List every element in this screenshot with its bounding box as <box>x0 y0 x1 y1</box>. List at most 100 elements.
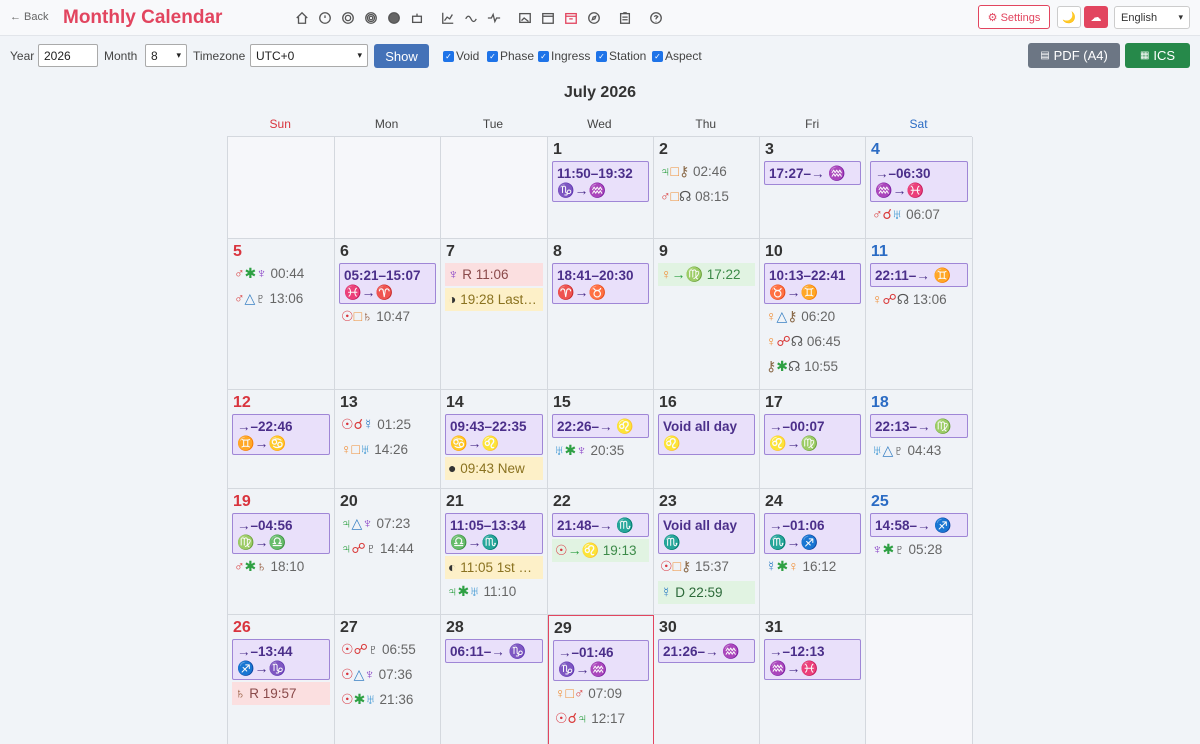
aspect-event[interactable]: ♅△♇ 04:43 <box>870 438 968 463</box>
station-event[interactable]: ☿ D 22:59 <box>658 581 755 604</box>
glyph: ♃ <box>576 710 588 726</box>
aspect-event[interactable]: ♀□♅ 14:26 <box>339 437 436 462</box>
glyph: ☌ <box>353 416 363 432</box>
void-of-course-block[interactable]: 09:43–22:35 ♋→♌ <box>445 414 543 455</box>
robot-icon[interactable] <box>408 10 425 27</box>
moon-icon[interactable]: 🌙 <box>1057 6 1081 28</box>
aspect-event[interactable]: ☉☌☿ 01:25 <box>339 412 436 437</box>
void-of-course-block[interactable]: 22:11–→ ♊ <box>870 263 968 287</box>
void-of-course-block[interactable]: 14:58–→ ♐ <box>870 513 968 537</box>
aspect-event[interactable]: ♂□☊ 08:15 <box>658 184 755 209</box>
aspect-event[interactable]: ☉□⚷ 15:37 <box>658 554 755 579</box>
retrograde-event[interactable]: ♆ R 11:06 <box>445 263 543 286</box>
aspect-event[interactable]: ☉△♆ 07:36 <box>339 662 436 687</box>
void-of-course-block[interactable]: 06:11–→ ♑ <box>445 639 543 663</box>
disc-icon[interactable] <box>385 10 402 27</box>
home-icon[interactable] <box>293 10 310 27</box>
moon-phase-event[interactable]: ● 09:43 New <box>445 457 543 480</box>
aspect-event[interactable]: ♂✱♆ 00:44 <box>232 261 330 286</box>
void-of-course-block[interactable]: 17:27–→ ♒ <box>764 161 861 185</box>
void-of-course-block[interactable]: →–00:07 ♌→♍ <box>764 414 861 455</box>
waves-icon[interactable] <box>462 10 479 27</box>
timezone-select[interactable]: UTC+0 ▾ <box>250 44 368 67</box>
month-select[interactable]: 8 ▾ <box>145 44 187 67</box>
bi-wheel-icon[interactable] <box>362 10 379 27</box>
aspect-event[interactable]: ♂✱♄ 18:10 <box>232 554 330 579</box>
aspect-event[interactable]: ☉☌♃ 12:17 <box>553 706 649 731</box>
aspect-event[interactable]: ♂△♇ 13:06 <box>232 286 330 311</box>
glyph: ♇ <box>893 442 904 458</box>
void-of-course-block[interactable]: 21:26–→ ♒ <box>658 639 755 663</box>
void-of-course-block[interactable]: 22:26–→ ♌ <box>552 414 649 438</box>
help-icon[interactable] <box>647 10 664 27</box>
aspect-event[interactable]: ♀☍☊ 13:06 <box>870 287 968 312</box>
language-select[interactable]: English ▾ <box>1114 6 1190 29</box>
station-checkbox[interactable]: ✓ Station <box>596 49 646 63</box>
void-of-course-block[interactable]: 05:21–15:07 ♓→♈ <box>339 263 436 304</box>
pdf-button[interactable]: ▤ PDF (A4) <box>1028 43 1120 68</box>
show-button[interactable]: Show <box>374 44 429 68</box>
event-text: 07:09 <box>584 686 623 701</box>
void-of-course-block[interactable]: →–06:30 ♒→♓ <box>870 161 968 202</box>
ingress-checkbox[interactable]: ✓ Ingress <box>538 49 590 63</box>
clock-icon[interactable] <box>316 10 333 27</box>
aspect-event[interactable]: ♃☍♇ 14:44 <box>339 536 436 561</box>
void-of-course-block[interactable]: →–01:46 ♑→♒ <box>553 640 649 681</box>
aspect-event[interactable]: ♂☌♅ 06:07 <box>870 202 968 227</box>
aspect-event[interactable]: ♀☍☊ 06:45 <box>764 329 861 354</box>
phase-checkbox[interactable]: ✓ Phase <box>487 49 534 63</box>
chart-wheel-icon[interactable] <box>339 10 356 27</box>
compass-icon[interactable] <box>585 10 602 27</box>
line-chart-icon[interactable] <box>439 10 456 27</box>
void-of-course-block[interactable]: →–12:13 ♒→♓ <box>764 639 861 680</box>
moon-phase-event[interactable]: ◐ 11:05 1st … <box>445 556 543 579</box>
pulse-icon[interactable] <box>485 10 502 27</box>
aspect-event[interactable]: ♃△♆ 07:23 <box>339 511 436 536</box>
void-of-course-block[interactable]: 21:48–→ ♏ <box>552 513 649 537</box>
aspect-checkbox[interactable]: ✓ Aspect <box>652 49 702 63</box>
glyph: ♌ <box>581 542 599 558</box>
retrograde-event[interactable]: ♄ R 19:57 <box>232 682 330 705</box>
void-of-course-block[interactable]: 11:50–19:32 ♑→♒ <box>552 161 649 202</box>
back-link[interactable]: ← Back <box>10 11 49 23</box>
void-of-course-block[interactable]: Void all day ♌ <box>658 414 755 455</box>
void-of-course-block[interactable]: →–13:44 ♐→♑ <box>232 639 330 680</box>
ics-button[interactable]: ▦ ICS <box>1125 43 1190 68</box>
clipboard-icon[interactable] <box>616 10 633 27</box>
year-input[interactable]: 2026 <box>38 44 98 67</box>
cloud-icon[interactable]: ☁ <box>1084 6 1108 28</box>
aspect-event[interactable]: ☉☍♇ 06:55 <box>339 637 436 662</box>
aspect-event[interactable]: ☉✱♅ 21:36 <box>339 687 436 712</box>
glyph: ♆ <box>576 442 587 458</box>
void-of-course-block[interactable]: →–22:46 ♊→♋ <box>232 414 330 455</box>
aspect-event[interactable]: ♃✱♅ 11:10 <box>445 579 543 604</box>
ingress-event[interactable]: ☉→♌ 19:13 <box>552 539 649 562</box>
ingress-event[interactable]: ♀→♍ 17:22 <box>658 263 755 286</box>
image-icon[interactable] <box>516 10 533 27</box>
void-checkbox[interactable]: ✓ Void <box>443 49 479 63</box>
void-of-course-block[interactable]: →–04:56 ♍→♎ <box>232 513 330 554</box>
calendar-cell-day-18: 18 22:13–→ ♍ ♅△♇ 04:43 <box>866 390 973 489</box>
aspect-event[interactable]: ♃□⚷ 02:46 <box>658 159 755 184</box>
aspect-event[interactable]: ♅✱♆ 20:35 <box>552 438 649 463</box>
void-of-course-block[interactable]: 11:05–13:34 ♎→♏ <box>445 513 543 554</box>
void-time: →–22:46 <box>237 419 293 434</box>
aspect-event[interactable]: ♀□♂ 07:09 <box>553 681 649 706</box>
void-of-course-block[interactable]: Void all day ♏ <box>658 513 755 554</box>
void-of-course-block[interactable]: 18:41–20:30 ♈→♉ <box>552 263 649 304</box>
void-of-course-block[interactable]: →–01:06 ♏→♐ <box>764 513 861 554</box>
aspect-event[interactable]: ☿✱♀ 16:12 <box>764 554 861 579</box>
aspect-event[interactable]: ☉□♄ 10:47 <box>339 304 436 329</box>
void-of-course-block[interactable]: 10:13–22:41 ♉→♊ <box>764 263 861 304</box>
moon-phase-event[interactable]: ◑ 19:28 Last… <box>445 288 543 311</box>
aspect-event[interactable]: ♆✱♇ 05:28 <box>870 537 968 562</box>
void-of-course-block[interactable]: 22:13–→ ♍ <box>870 414 968 438</box>
aspect-event[interactable]: ♀△⚷ 06:20 <box>764 304 861 329</box>
glyph: ⚷ <box>678 163 690 179</box>
calendar-active-icon[interactable] <box>562 10 579 27</box>
calendar-icon[interactable] <box>539 10 556 27</box>
settings-button[interactable]: ⚙ Settings <box>978 5 1050 29</box>
glyph: □ <box>353 308 363 324</box>
calendar-cell-day-25: 25 14:58–→ ♐ ♆✱♇ 05:28 <box>866 489 973 615</box>
aspect-event[interactable]: ⚷✱☊ 10:55 <box>764 354 861 379</box>
